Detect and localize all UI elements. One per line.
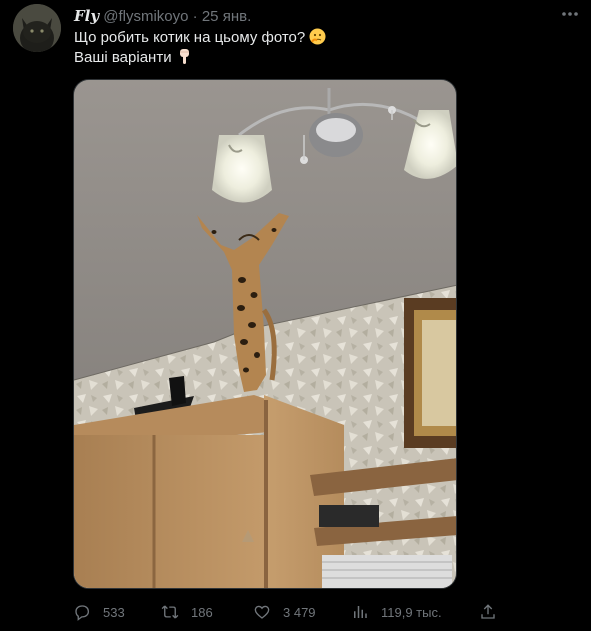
share-icon xyxy=(481,604,495,619)
share-button[interactable] xyxy=(479,600,509,624)
tweet-text: Що робить котик на цьому фото? Ваші варі… xyxy=(74,28,554,68)
tweet-actions: 533 186 3 479 119,9 тыс. xyxy=(73,600,513,624)
tweet-text-line-1: Що робить котик на цьому фото? xyxy=(74,28,554,48)
views-chart-icon xyxy=(354,606,367,618)
cat-ceiling-photo xyxy=(74,80,456,588)
tweet[interactable]: 𝑭𝒍𝒚 @flysmikoyo · 25 янв. Що робить коти… xyxy=(0,0,591,631)
retweet-count: 186 xyxy=(191,604,213,620)
retweet-button[interactable]: 186 xyxy=(161,600,213,624)
tweet-text-line-2-text: Ваші варіанти xyxy=(74,49,172,66)
retweet-icon xyxy=(161,605,179,619)
tweet-header: 𝑭𝒍𝒚 @flysmikoyo · 25 янв. xyxy=(74,6,544,26)
tweet-photo[interactable] xyxy=(73,79,457,589)
heart-icon xyxy=(254,605,270,619)
tweet-date[interactable]: 25 янв. xyxy=(202,8,251,25)
author-name[interactable]: 𝑭𝒍𝒚 xyxy=(74,7,99,25)
reply-icon xyxy=(75,605,90,621)
like-button[interactable]: 3 479 xyxy=(253,600,316,624)
reply-count: 533 xyxy=(103,604,125,620)
more-dots-icon[interactable] xyxy=(558,4,582,28)
thinking-emoji-icon xyxy=(309,28,326,51)
pointing-down-emoji-icon xyxy=(176,48,193,71)
tweet-text-line-2: Ваші варіанти xyxy=(74,48,554,68)
separator: · xyxy=(192,8,198,25)
views-count: 119,9 тыс. xyxy=(381,604,442,620)
reply-button[interactable]: 533 xyxy=(73,600,125,624)
like-count: 3 479 xyxy=(283,604,316,620)
avatar[interactable] xyxy=(13,4,61,52)
author-handle[interactable]: @flysmikoyo xyxy=(103,8,188,25)
tweet-text-line-1-text: Що робить котик на цьому фото? xyxy=(74,29,306,46)
views-button[interactable]: 119,9 тыс. xyxy=(351,600,442,624)
